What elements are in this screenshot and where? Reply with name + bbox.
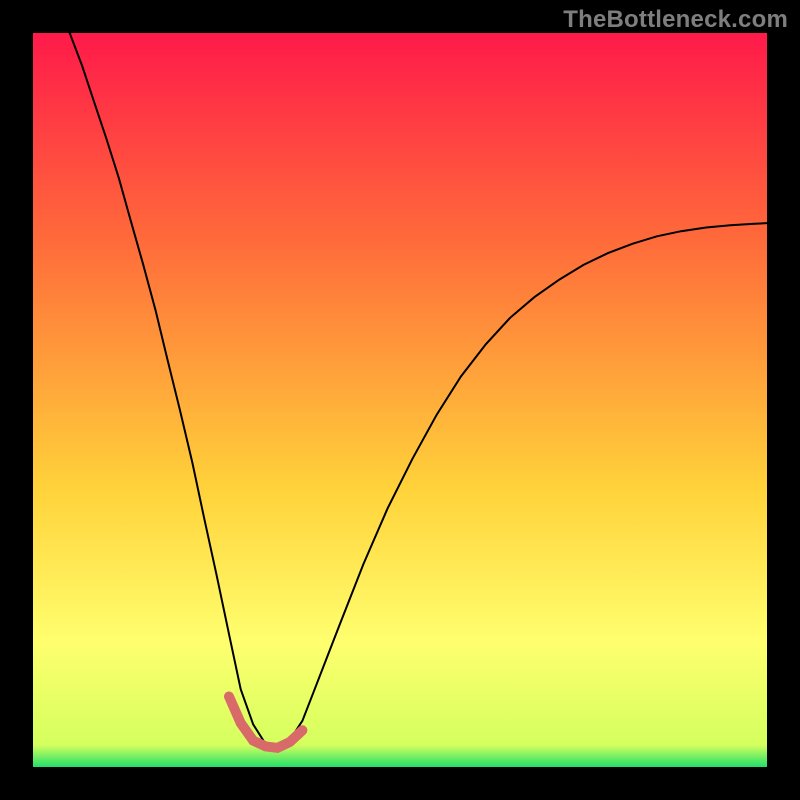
watermark-text: TheBottleneck.com — [563, 6, 788, 34]
chart-frame: TheBottleneck.com — [0, 0, 800, 800]
chart-svg — [33, 33, 767, 767]
gradient-background — [33, 33, 767, 767]
plot-area — [33, 33, 767, 767]
